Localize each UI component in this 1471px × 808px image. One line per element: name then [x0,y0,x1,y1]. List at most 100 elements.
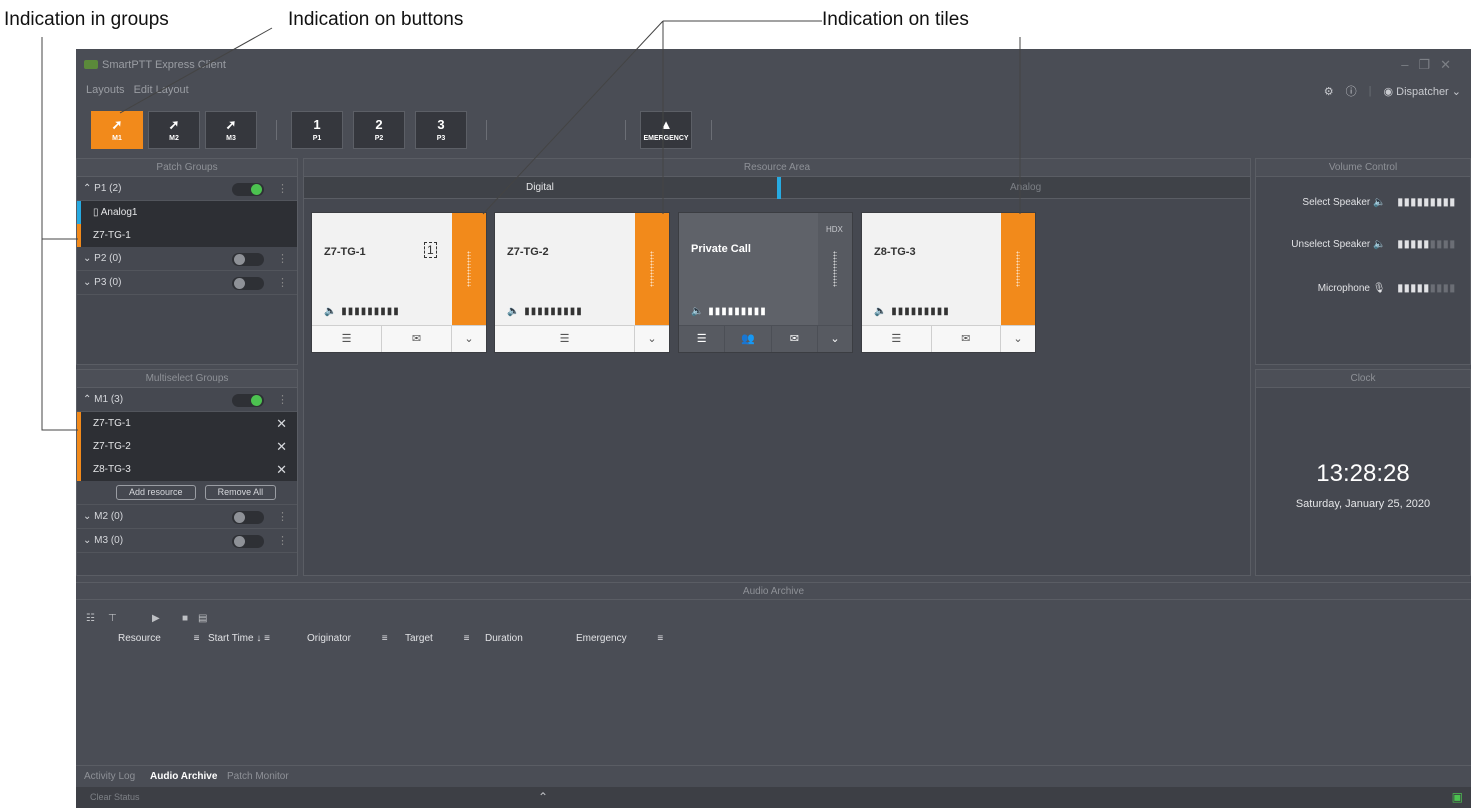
ptt-button[interactable] [1001,213,1035,327]
resource-tile-private-call[interactable]: Private Call 🔈 ▮▮▮▮▮▮▮▮▮ HDX ☰ 👥 ✉ ⌄ [678,212,853,353]
tile-name: Z7-TG-1 [324,246,366,258]
list-icon[interactable]: ☰ [862,326,932,352]
group-member[interactable]: Z7-TG-1 [77,224,297,247]
filter-icon[interactable]: ≡ [194,633,200,644]
toolbar-button-m2[interactable]: ➚ M2 [148,111,200,149]
patch-group-p2[interactable]: ⌄ P2 (0) ⋮ [77,247,297,271]
chevron-down-icon[interactable]: ⌄ [818,326,852,352]
more-icon[interactable]: ⋮ [277,505,288,529]
message-icon[interactable]: ✉ [382,326,452,352]
close-icon[interactable]: ✕ [1440,57,1461,72]
tab-activity-log[interactable]: Activity Log [84,771,135,782]
tab-audio-archive[interactable]: Audio Archive [150,771,217,782]
toolbar-button-p2[interactable]: 2 P2 [353,111,405,149]
info-icon[interactable]: ⓘ [1346,83,1357,99]
group-member[interactable]: ▯ Analog1 [77,201,297,224]
chevron-down-icon[interactable]: ⌄ [452,326,486,352]
user-menu[interactable]: ◉ Dispatcher ⌄ [1383,85,1461,98]
volume-bars[interactable]: ▮▮▮▮▮▮▮▮▮ [1397,283,1456,294]
tab-digital[interactable]: Digital [526,182,554,193]
volume-row-unselect-speaker[interactable]: Unselect Speaker 🔈 ▮▮▮▮▮▮▮▮▮ [1274,239,1470,250]
menu-layouts[interactable]: Layouts [86,84,125,96]
filter-icon[interactable]: ≡ [264,633,270,644]
close-icon[interactable]: ✕ [276,435,287,458]
message-icon[interactable]: ✉ [772,326,818,352]
play-icon[interactable]: ▶ [152,613,160,624]
tab-patch-monitor[interactable]: Patch Monitor [227,771,289,782]
multiselect-group-m1[interactable]: ⌃ M1 (3) ⋮ [77,388,297,412]
volume-row-microphone[interactable]: Microphone 🎙 ▮▮▮▮▮▮▮▮▮ [1274,283,1470,294]
more-icon[interactable]: ⋮ [277,247,288,271]
more-icon[interactable]: ⋮ [277,271,288,295]
connection-status-icon[interactable]: ▣ [1452,790,1463,804]
group-member[interactable]: Z7-TG-1 ✕ [77,412,297,435]
archive-col-originator[interactable]: Originator ≡ [307,633,388,651]
group-toggle[interactable] [232,394,264,407]
window-controls[interactable]: –❐✕ [1401,57,1461,73]
multiselect-group-m2[interactable]: ⌄ M2 (0) ⋮ [77,505,297,529]
group-toggle[interactable] [232,277,264,290]
toolbar-button-p3[interactable]: 3 P3 [415,111,467,149]
ptt-button[interactable] [635,213,669,327]
group-toggle[interactable] [232,535,264,548]
list-icon[interactable]: ☰ [679,326,726,352]
more-icon[interactable]: ⋮ [277,388,288,412]
close-icon[interactable]: ✕ [276,412,287,435]
toolbar-button-p1[interactable]: 1 P1 [291,111,343,149]
toolbar-button-m3[interactable]: ➚ M3 [205,111,257,149]
volume-bars[interactable]: ▮▮▮▮▮▮▮▮▮ [1397,239,1456,250]
menu-edit-layout[interactable]: Edit Layout [134,84,189,96]
multiselect-group-m3[interactable]: ⌄ M3 (0) ⋮ [77,529,297,553]
volume-row-select-speaker[interactable]: Select Speaker 🔈 ▮▮▮▮▮▮▮▮▮ [1274,197,1470,208]
restore-icon[interactable]: ❐ [1418,57,1440,72]
emergency-button[interactable]: ▲ EMERGENCY [640,111,692,149]
resource-tile-z7-tg-1[interactable]: Z7-TG-1 1 🔈 ▮▮▮▮▮▮▮▮▮ ☰ ✉ ⌄ [311,212,487,353]
resource-tile-z8-tg-3[interactable]: Z8-TG-3 🔈 ▮▮▮▮▮▮▮▮▮ ☰ ✉ ⌄ [861,212,1036,353]
list-icon[interactable]: ☰ [312,326,382,352]
group-member[interactable]: Z8-TG-3 ✕ [77,458,297,481]
filter-icon[interactable]: ≡ [382,633,388,644]
member-name: Z7-TG-2 [93,441,131,452]
patch-group-p3[interactable]: ⌄ P3 (0) ⋮ [77,271,297,295]
archive-col-emergency[interactable]: Emergency ≡ [576,633,663,651]
stop-icon[interactable]: ■ [182,613,188,624]
user-icon: ◉ [1383,85,1394,98]
toolbar-button-label: P2 [374,135,384,142]
chevron-down-icon[interactable]: ⌄ [635,326,669,352]
archive-col-start-time[interactable]: Start Time ↓ ≡ [208,633,270,651]
tab-analog[interactable]: Analog [1010,182,1041,193]
tab-splitter[interactable] [777,177,781,199]
group-toggle[interactable] [232,253,264,266]
more-icon[interactable]: ⋮ [277,529,288,553]
list-icon[interactable]: ☰ [495,326,635,352]
group-member[interactable]: Z7-TG-2 ✕ [77,435,297,458]
remove-all-button[interactable]: Remove All [204,485,277,500]
filter-icon[interactable]: ≡ [657,633,663,644]
save-icon[interactable]: ▤ [198,613,207,624]
group-icon[interactable]: 👥 [725,326,772,352]
ptt-button[interactable] [452,213,486,327]
minimize-icon[interactable]: – [1401,57,1418,72]
columns-icon[interactable]: ☷ [86,613,95,624]
add-resource-button[interactable]: Add resource [116,485,196,500]
close-icon[interactable]: ✕ [276,458,287,481]
filter-icon[interactable]: ≡ [464,633,470,644]
archive-col-resource[interactable]: Resource ≡ [118,633,199,651]
message-icon[interactable]: ✉ [932,326,1001,352]
group-toggle[interactable] [232,511,264,524]
resource-tile-z7-tg-2[interactable]: Z7-TG-2 🔈 ▮▮▮▮▮▮▮▮▮ ☰ ⌄ [494,212,670,353]
archive-col-target[interactable]: Target ≡ [405,633,469,651]
more-icon[interactable]: ⋮ [277,177,288,201]
archive-col-duration[interactable]: Duration [485,633,523,651]
app-title-text: SmartPTT Express Client [102,59,226,71]
ptt-button[interactable]: HDX [818,213,852,327]
patch-group-p1[interactable]: ⌃ P1 (2) ⋮ [77,177,297,201]
toolbar-button-m1[interactable]: ➚ M1 [91,111,143,149]
chevron-up-icon[interactable]: ⌃ [538,790,548,804]
volume-bars[interactable]: ▮▮▮▮▮▮▮▮▮ [1397,197,1456,208]
chevron-down-icon[interactable]: ⌄ [1001,326,1035,352]
filter-icon[interactable]: ⊤ [108,613,117,624]
group-toggle[interactable] [232,183,264,196]
clear-status-button[interactable]: Clear Status [90,792,140,802]
gear-icon[interactable]: ⚙ [1324,85,1334,98]
